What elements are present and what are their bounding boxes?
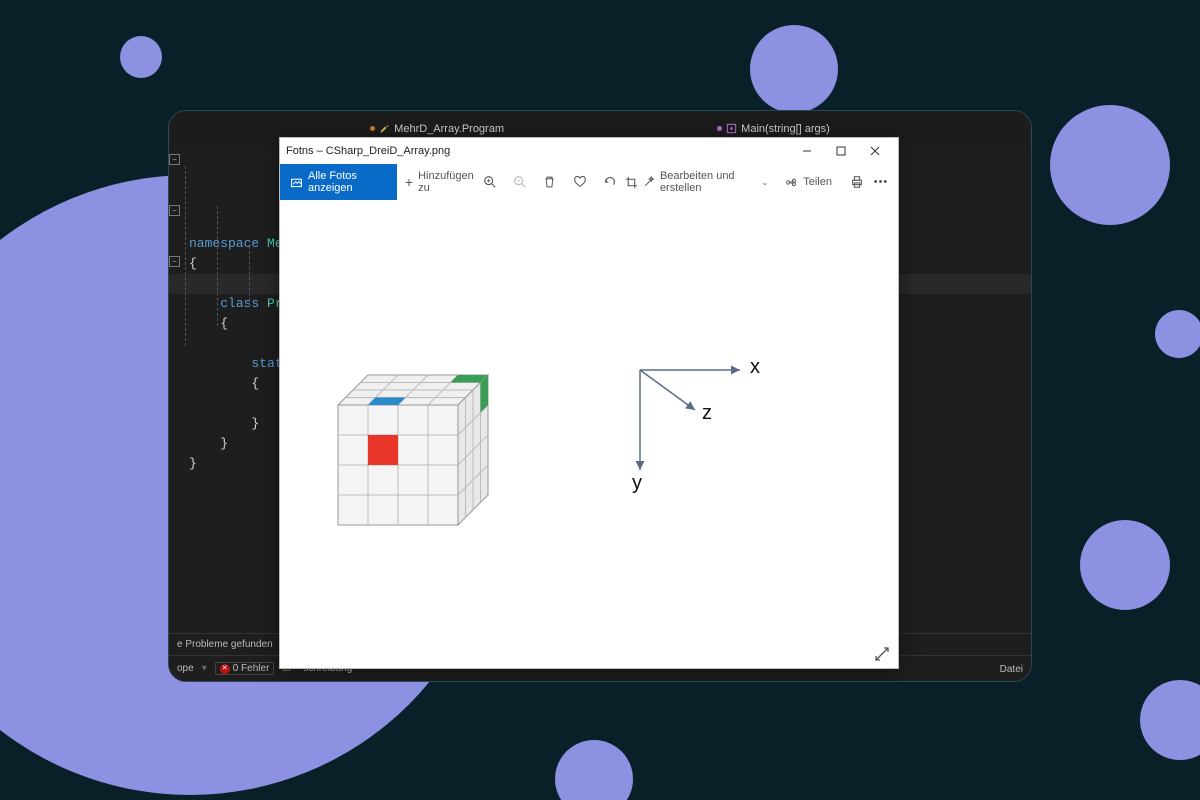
- status-dot-icon: [717, 126, 722, 131]
- breadcrumb-class[interactable]: MehrD_Array.Program: [370, 123, 504, 135]
- close-button[interactable]: [858, 138, 892, 164]
- error-file-header: Datei: [1000, 664, 1023, 675]
- magic-icon: [643, 175, 655, 189]
- breadcrumb-class-label: MehrD_Array.Program: [394, 123, 504, 135]
- errors-badge[interactable]: ✕ 0 Fehler: [215, 662, 275, 675]
- delete-icon[interactable]: [543, 175, 557, 189]
- method-icon: [726, 123, 737, 134]
- bg-circle: [1155, 310, 1200, 358]
- fold-toggle[interactable]: −: [169, 256, 180, 267]
- error-icon: ✕: [220, 664, 230, 674]
- window-title: Fotns – CSharp_DreiD_Array.png: [286, 145, 450, 157]
- fold-toggle[interactable]: −: [169, 154, 180, 165]
- fold-toggle[interactable]: −: [169, 205, 180, 216]
- see-all-photos-button[interactable]: Alle Fotos anzeigen: [280, 164, 397, 200]
- plus-icon: +: [405, 174, 413, 190]
- photos-toolbar: Alle Fotos anzeigen + Hinzufügen zu Bear…: [280, 164, 898, 200]
- status-problems: e Probleme gefunden: [177, 639, 273, 650]
- crop-icon: [625, 175, 638, 189]
- axes-diagram: x z y: [620, 350, 780, 510]
- favorite-icon[interactable]: [573, 175, 587, 189]
- edit-create-button[interactable]: Bearbeiten und erstellen ⌄: [617, 164, 776, 200]
- bg-circle: [80, 690, 136, 746]
- axis-z-label: z: [702, 402, 712, 425]
- photos-window: Fotns – CSharp_DreiD_Array.png Alle Foto…: [279, 137, 899, 669]
- collection-icon: [290, 175, 303, 189]
- add-to-button[interactable]: + Hinzufügen zu: [397, 164, 483, 200]
- zoom-in-icon[interactable]: [483, 175, 497, 189]
- status-dot-icon: [370, 126, 375, 131]
- expand-icon[interactable]: [874, 646, 890, 662]
- bg-circle: [120, 36, 162, 78]
- bg-circle: [1140, 680, 1200, 760]
- fold-gutter: − − −: [169, 146, 181, 633]
- breadcrumb-method[interactable]: Main(string[] args): [717, 123, 830, 135]
- zoom-out-icon[interactable]: [513, 175, 527, 189]
- rotate-icon[interactable]: [603, 175, 617, 189]
- share-icon: [784, 175, 798, 189]
- bg-circle: [750, 25, 838, 113]
- print-icon[interactable]: [850, 175, 864, 189]
- maximize-button[interactable]: [824, 138, 858, 164]
- device-frame: MehrD_Array.Program Main(string[] args) …: [168, 110, 1032, 682]
- photo-canvas[interactable]: x z y: [280, 200, 898, 668]
- share-button[interactable]: Teilen: [776, 164, 840, 200]
- bg-circle: [1080, 520, 1170, 610]
- more-icon[interactable]: •••: [874, 175, 888, 189]
- chevron-down-icon: ⌄: [762, 178, 769, 187]
- axis-y-label: y: [632, 472, 642, 495]
- minimize-button[interactable]: [790, 138, 824, 164]
- cube-diagram: [328, 365, 498, 535]
- bg-circle: [1050, 105, 1170, 225]
- axis-x-label: x: [750, 356, 760, 379]
- bg-circle: [555, 740, 633, 800]
- breadcrumb-method-label: Main(string[] args): [741, 123, 830, 135]
- photos-titlebar[interactable]: Fotns – CSharp_DreiD_Array.png: [280, 138, 898, 164]
- bg-circle: [70, 225, 98, 253]
- code-content: namespace Me { class Pr { stat { } } }: [181, 146, 291, 633]
- wrench-icon: [379, 123, 390, 134]
- error-scope[interactable]: ope: [177, 663, 194, 674]
